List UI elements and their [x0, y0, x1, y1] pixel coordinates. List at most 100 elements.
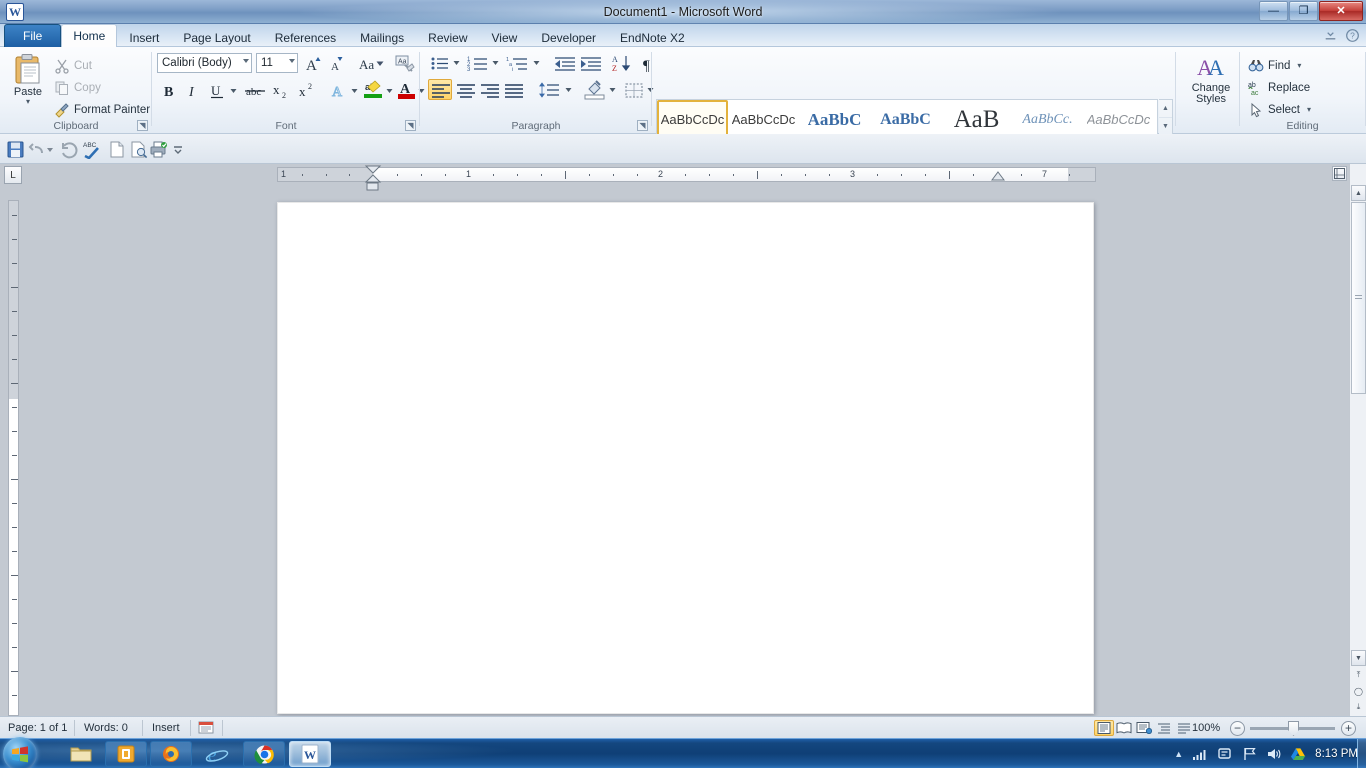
bullets-dropdown[interactable]: [450, 52, 461, 73]
cut-button[interactable]: Cut: [54, 56, 92, 75]
format-painter-button[interactable]: Format Painter: [54, 100, 150, 119]
align-right-button[interactable]: [477, 79, 501, 100]
multilevel-dropdown[interactable]: [530, 52, 541, 73]
tab-mailings[interactable]: Mailings: [348, 26, 416, 47]
customize-qat-button[interactable]: [172, 140, 184, 159]
previous-page-button[interactable]: ⤒: [1351, 667, 1366, 683]
document-page[interactable]: [277, 202, 1094, 714]
network-icon[interactable]: [1192, 747, 1208, 761]
font-size-combo[interactable]: 11: [256, 53, 298, 73]
borders-button[interactable]: [622, 79, 644, 100]
select-browse-object-button[interactable]: ◯: [1351, 683, 1366, 699]
quick-print-button[interactable]: [148, 140, 167, 159]
clipboard-dialog-launcher[interactable]: ◥: [137, 120, 148, 131]
tab-review[interactable]: Review: [416, 26, 479, 47]
right-indent-marker[interactable]: [990, 171, 1006, 185]
google-drive-icon[interactable]: [1290, 747, 1306, 761]
font-name-combo[interactable]: Calibri (Body): [157, 53, 252, 73]
decrease-indent-button[interactable]: [552, 52, 576, 73]
next-page-button[interactable]: ⤓: [1351, 699, 1366, 715]
draft-view-button[interactable]: [1174, 720, 1194, 736]
show-desktop-button[interactable]: [1357, 739, 1366, 768]
show-hidden-icons-button[interactable]: ▲: [1174, 749, 1183, 759]
tab-endnote[interactable]: EndNote X2: [608, 26, 697, 47]
outline-view-button[interactable]: [1154, 720, 1174, 736]
highlight-button[interactable]: ab: [361, 77, 383, 100]
bullets-button[interactable]: [428, 52, 450, 73]
chevron-down-icon[interactable]: [243, 59, 249, 63]
insert-mode[interactable]: Insert: [152, 721, 180, 735]
left-indent-marker[interactable]: [366, 182, 380, 191]
underline-button[interactable]: U: [205, 79, 227, 100]
change-case-button[interactable]: Aa: [356, 52, 386, 73]
sort-button[interactable]: A Z: [610, 52, 632, 73]
grow-font-button[interactable]: A: [302, 52, 324, 74]
minimize-ribbon-icon[interactable]: [1323, 28, 1338, 43]
increase-indent-button[interactable]: [578, 52, 602, 73]
spelling-grammar-button[interactable]: ABC: [82, 140, 101, 160]
taskbar-firefox[interactable]: [150, 741, 192, 767]
zoom-out-button[interactable]: −: [1230, 721, 1245, 736]
shading-dropdown[interactable]: [606, 79, 617, 100]
chevron-down-icon[interactable]: [289, 59, 295, 63]
taskbar-google-chrome[interactable]: [243, 741, 285, 767]
print-layout-view-button[interactable]: [1094, 720, 1114, 736]
word-count[interactable]: Words: 0: [84, 721, 128, 735]
zoom-slider-handle[interactable]: [1288, 721, 1299, 736]
taskbar-office[interactable]: [105, 741, 147, 767]
tab-selector-button[interactable]: L: [4, 166, 22, 184]
tab-view[interactable]: View: [480, 26, 530, 47]
line-spacing-button[interactable]: [536, 79, 562, 100]
underline-dropdown[interactable]: [227, 79, 238, 100]
input-device-icon[interactable]: [1217, 747, 1233, 761]
scroll-down-button[interactable]: ▼: [1351, 650, 1366, 666]
find-dropdown-caret[interactable]: ▾: [1297, 62, 1301, 70]
paragraph-dialog-launcher[interactable]: ◥: [637, 120, 648, 131]
redo-button[interactable]: [60, 140, 79, 159]
numbering-button[interactable]: 123: [465, 52, 489, 73]
shading-button[interactable]: [582, 77, 606, 100]
select-button[interactable]: Select ▾: [1248, 100, 1311, 119]
page-indicator[interactable]: Page: 1 of 1: [8, 721, 67, 735]
superscript-button[interactable]: x 2: [294, 79, 318, 100]
tab-page-layout[interactable]: Page Layout: [171, 26, 262, 47]
copy-button[interactable]: Copy: [54, 78, 101, 97]
close-button[interactable]: ✕: [1319, 1, 1363, 21]
taskbar-windows-explorer[interactable]: [60, 741, 102, 767]
clear-formatting-button[interactable]: Aa: [392, 52, 416, 73]
language-button[interactable]: [198, 720, 214, 738]
print-preview-button[interactable]: [129, 140, 148, 159]
bold-button[interactable]: B: [157, 79, 179, 100]
taskbar-microsoft-word[interactable]: W: [289, 741, 331, 767]
help-icon[interactable]: ?: [1345, 28, 1360, 43]
view-ruler-button[interactable]: [1332, 166, 1347, 181]
minimize-button[interactable]: —: [1259, 1, 1288, 21]
strikethrough-button[interactable]: abc: [242, 79, 266, 100]
paste-button[interactable]: Paste ▾: [6, 53, 50, 106]
new-document-button[interactable]: [107, 140, 126, 159]
restore-button[interactable]: ❐: [1289, 1, 1318, 21]
line-spacing-dropdown[interactable]: [562, 79, 573, 100]
clock[interactable]: 8:13 PM: [1315, 748, 1358, 760]
taskbar-internet-explorer[interactable]: e: [196, 741, 238, 767]
align-left-button[interactable]: [428, 79, 452, 100]
action-center-flag-icon[interactable]: [1242, 747, 1257, 761]
font-dialog-launcher[interactable]: ◥: [405, 120, 416, 131]
highlight-dropdown[interactable]: [383, 79, 394, 100]
full-screen-reading-button[interactable]: [1114, 720, 1134, 736]
undo-dropdown[interactable]: [45, 140, 55, 159]
web-layout-view-button[interactable]: [1134, 720, 1154, 736]
italic-button[interactable]: I: [181, 79, 203, 100]
start-button[interactable]: [3, 737, 37, 768]
find-button[interactable]: Find ▾: [1248, 56, 1301, 75]
tab-insert[interactable]: Insert: [117, 26, 171, 47]
save-button[interactable]: [6, 140, 25, 159]
styles-scroll-up-button[interactable]: ▲: [1159, 100, 1172, 119]
subscript-button[interactable]: x 2: [268, 79, 292, 100]
scrollbar-thumb[interactable]: [1351, 202, 1366, 394]
select-dropdown-caret[interactable]: ▾: [1307, 106, 1311, 114]
multilevel-list-button[interactable]: 1ai: [504, 52, 530, 73]
text-effects-button[interactable]: A: [327, 79, 349, 101]
vertical-scrollbar[interactable]: ▲ ▼ ⤒ ◯ ⤓: [1349, 164, 1366, 716]
tab-references[interactable]: References: [263, 26, 348, 47]
